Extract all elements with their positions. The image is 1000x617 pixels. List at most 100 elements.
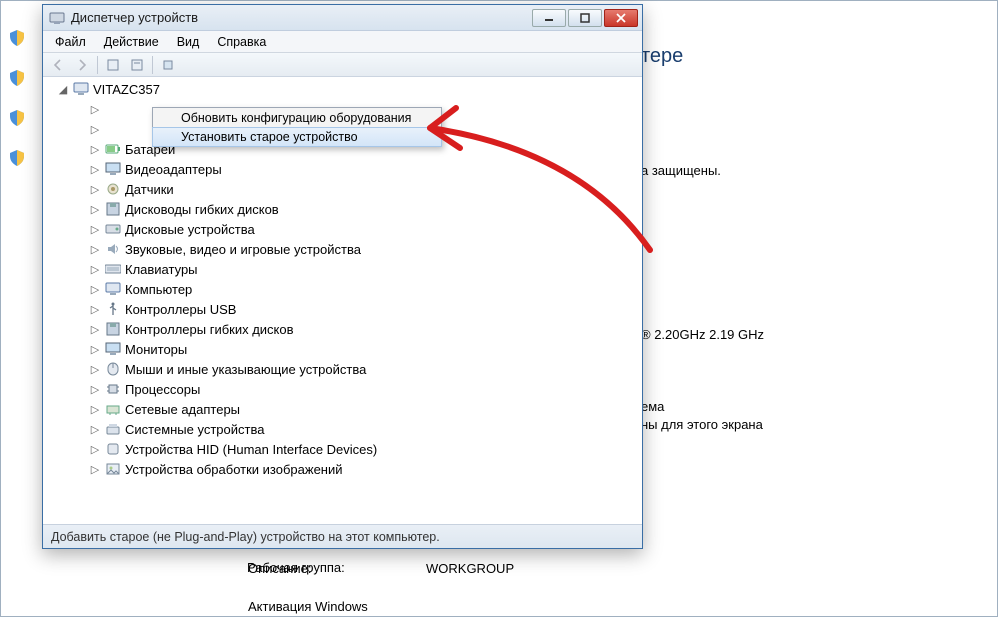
- device-category-icon: [105, 302, 121, 316]
- bg-heading: тере: [641, 45, 683, 68]
- menubar: Файл Действие Вид Справка: [43, 31, 642, 53]
- expand-icon[interactable]: ▷: [89, 183, 101, 196]
- expand-icon[interactable]: ▷: [89, 223, 101, 236]
- tree-item[interactable]: ▷ Мониторы: [45, 339, 642, 359]
- expand-icon[interactable]: ▷: [89, 163, 101, 176]
- tree-item[interactable]: ▷ Клавиатуры: [45, 259, 642, 279]
- shield-icon: [10, 70, 24, 86]
- bg-activation: Активация Windows: [248, 599, 368, 614]
- tree-item-label: Контроллеры гибких дисков: [125, 322, 294, 337]
- tree-item-label: Устройства обработки изображений: [125, 462, 343, 477]
- shield-icon: [10, 110, 24, 126]
- expand-icon[interactable]: ▷: [89, 443, 101, 456]
- status-text: Добавить старое (не Plug-and-Play) устро…: [51, 530, 440, 544]
- tree-item[interactable]: ▷ Контроллеры гибких дисков: [45, 319, 642, 339]
- expand-icon[interactable]: ▷: [89, 463, 101, 476]
- tree-item-label: Клавиатуры: [125, 262, 198, 277]
- nav-back-button[interactable]: [47, 55, 69, 75]
- tree-item[interactable]: ▷ Устройства обработки изображений: [45, 459, 642, 479]
- device-category-icon: [105, 282, 121, 296]
- tree-item[interactable]: ▷ Контроллеры USB: [45, 299, 642, 319]
- tree-item-label: Устройства HID (Human Interface Devices): [125, 442, 377, 457]
- tree-item[interactable]: ▷ Звуковые, видео и игровые устройства: [45, 239, 642, 259]
- expand-icon[interactable]: ▷: [89, 423, 101, 436]
- device-category-icon: [105, 142, 121, 156]
- device-category-icon: [105, 382, 121, 396]
- expand-icon[interactable]: ▷: [89, 263, 101, 276]
- context-menu: Обновить конфигурацию оборудования Устан…: [152, 107, 442, 147]
- device-category-icon: [105, 242, 121, 256]
- device-category-icon: [105, 402, 121, 416]
- tree-item[interactable]: ▷ Дисковые устройства: [45, 219, 642, 239]
- device-category-icon: [105, 262, 121, 276]
- expand-icon[interactable]: ▷: [89, 243, 101, 256]
- tree-item-label: Дисководы гибких дисков: [125, 202, 279, 217]
- tree-item-label: Мыши и иные указывающие устройства: [125, 362, 366, 377]
- toolbar-btn-2[interactable]: [126, 55, 148, 75]
- device-category-icon: [105, 422, 121, 436]
- expand-icon[interactable]: ▷: [89, 303, 101, 316]
- expand-icon[interactable]: ▷: [89, 343, 101, 356]
- tree-item-label: Процессоры: [125, 382, 200, 397]
- toolbar-btn-3[interactable]: [157, 55, 179, 75]
- tree-item-label: Мониторы: [125, 342, 187, 357]
- expand-icon[interactable]: ▷: [89, 143, 101, 156]
- bg-sidebar: [2, 2, 32, 262]
- context-menu-item-refresh[interactable]: Обновить конфигурацию оборудования: [153, 108, 441, 128]
- expand-icon[interactable]: ▷: [89, 203, 101, 216]
- close-button[interactable]: [604, 9, 638, 27]
- expand-icon[interactable]: ▷: [89, 383, 101, 396]
- menu-action[interactable]: Действие: [96, 33, 167, 51]
- tree-item[interactable]: ▷ Сетевые адаптеры: [45, 399, 642, 419]
- tree-item[interactable]: ▷ Дисководы гибких дисков: [45, 199, 642, 219]
- toolbar: [43, 53, 642, 77]
- tree-root-label: VITAZC357: [93, 82, 160, 97]
- menu-help[interactable]: Справка: [209, 33, 274, 51]
- device-category-icon: [105, 222, 121, 236]
- nav-forward-button[interactable]: [71, 55, 93, 75]
- bg-workgroup-label: Рабочая группа:: [247, 560, 345, 575]
- shield-icon: [10, 150, 24, 166]
- device-manager-window: Диспетчер устройств Файл Действие Вид Сп…: [42, 4, 643, 549]
- toolbar-btn-1[interactable]: [102, 55, 124, 75]
- tree-root[interactable]: ◢ VITAZC357: [45, 79, 642, 99]
- expand-icon[interactable]: ▷: [89, 283, 101, 296]
- tree-item[interactable]: ▷ Процессоры: [45, 379, 642, 399]
- bg-text-sys: ема: [641, 399, 664, 414]
- tree-item[interactable]: ▷ Датчики: [45, 179, 642, 199]
- computer-icon: [73, 82, 89, 96]
- menu-file[interactable]: Файл: [47, 33, 94, 51]
- tree-item-label: Дисковые устройства: [125, 222, 255, 237]
- tree-item[interactable]: ▷ Мыши и иные указывающие устройства: [45, 359, 642, 379]
- device-category-icon: [105, 442, 121, 456]
- bg-text-cpu: ® 2.20GHz 2.19 GHz: [641, 327, 764, 342]
- tree-item-label: Системные устройства: [125, 422, 264, 437]
- collapse-icon[interactable]: ◢: [57, 83, 69, 96]
- tree-item-label: Сетевые адаптеры: [125, 402, 240, 417]
- bg-workgroup: WORKGROUP: [426, 561, 514, 576]
- titlebar[interactable]: Диспетчер устройств: [43, 5, 642, 31]
- expand-icon[interactable]: ▷: [89, 363, 101, 376]
- bg-text-protected: а защищены.: [641, 163, 721, 178]
- tree-item[interactable]: ▷ Устройства HID (Human Interface Devices…: [45, 439, 642, 459]
- device-category-icon: [105, 162, 121, 176]
- tree-item-label: Датчики: [125, 182, 174, 197]
- menu-view[interactable]: Вид: [169, 33, 208, 51]
- tree-item-label: Видеоадаптеры: [125, 162, 222, 177]
- minimize-button[interactable]: [532, 9, 566, 27]
- expand-icon[interactable]: ▷: [89, 403, 101, 416]
- context-menu-item-legacy[interactable]: Установить старое устройство: [152, 127, 442, 147]
- devmgr-icon: [49, 10, 65, 26]
- statusbar: Добавить старое (не Plug-and-Play) устро…: [43, 524, 642, 548]
- tree-item[interactable]: ▷Компьютер: [45, 279, 642, 299]
- maximize-button[interactable]: [568, 9, 602, 27]
- bg-text-screen: ны для этого экрана: [641, 417, 763, 432]
- expand-icon[interactable]: ▷: [89, 323, 101, 336]
- device-category-icon: [105, 202, 121, 216]
- tree-item[interactable]: ▷ Системные устройства: [45, 419, 642, 439]
- tree-item-label: Контроллеры USB: [125, 302, 236, 317]
- tree-item-label: Звуковые, видео и игровые устройства: [125, 242, 361, 257]
- tree-item[interactable]: ▷ Видеоадаптеры: [45, 159, 642, 179]
- device-category-icon: [105, 342, 121, 356]
- device-category-icon: [105, 362, 121, 376]
